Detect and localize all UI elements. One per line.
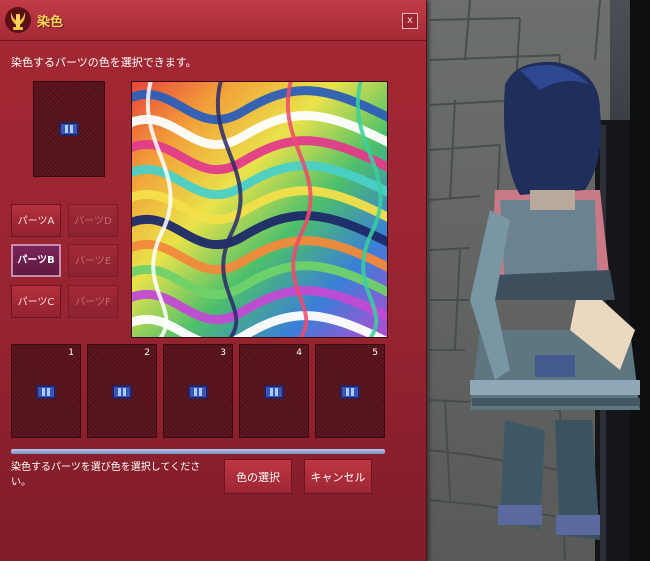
cancel-button[interactable]: キャンセル — [304, 459, 372, 494]
part-b-button[interactable]: パーツB — [11, 244, 61, 277]
select-color-button[interactable]: 色の選択 — [224, 459, 292, 494]
part-f-button[interactable]: パーツF — [68, 285, 118, 318]
close-button[interactable]: x — [402, 13, 418, 29]
slot-number: 1 — [68, 348, 74, 358]
color-slot-4[interactable]: 4 — [239, 344, 309, 438]
part-e-button[interactable]: パーツE — [68, 244, 118, 277]
color-palette[interactable] — [131, 81, 388, 338]
slot-number: 2 — [144, 348, 150, 358]
clothing-item-icon — [36, 385, 56, 399]
part-c-button[interactable]: パーツC — [11, 285, 61, 318]
clothing-item-icon — [340, 385, 360, 399]
clothing-item-icon — [264, 385, 284, 399]
clothing-item-icon — [188, 385, 208, 399]
dye-emblem-icon — [5, 7, 31, 33]
item-preview — [33, 81, 105, 177]
clothing-item-icon — [112, 385, 132, 399]
slot-number: 5 — [372, 348, 378, 358]
slot-number: 3 — [220, 348, 226, 358]
title-bar[interactable]: 染色 x — [0, 0, 426, 41]
dye-dialog: 染色 x 染色するパーツの色を選択できます。 パーツA パーツD パーツB パー… — [0, 0, 427, 561]
progress-fill — [11, 449, 385, 454]
color-slot-3[interactable]: 3 — [163, 344, 233, 438]
clothing-item-icon — [59, 122, 79, 136]
color-palette-image[interactable] — [132, 82, 387, 337]
status-message: 染色するパーツを選び色を選択してください。 — [11, 462, 201, 488]
instruction-text: 染色するパーツの色を選択できます。 — [11, 56, 197, 69]
color-slot-1[interactable]: 1 — [11, 344, 81, 438]
progress-bar — [11, 449, 385, 454]
part-a-button[interactable]: パーツA — [11, 204, 61, 237]
window-title: 染色 — [37, 15, 64, 30]
part-d-button[interactable]: パーツD — [68, 204, 118, 237]
color-slot-5[interactable]: 5 — [315, 344, 385, 438]
slot-number: 4 — [296, 348, 302, 358]
color-slot-2[interactable]: 2 — [87, 344, 157, 438]
